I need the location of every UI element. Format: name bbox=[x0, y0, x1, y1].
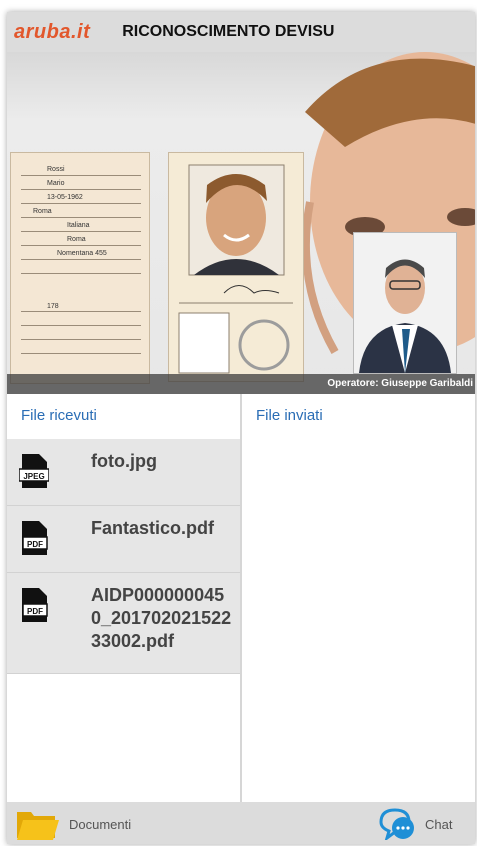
id-citizenship: Italiana bbox=[67, 222, 90, 229]
file-item-aidp[interactable]: PDF AIDP0000000450_20170202152233002.pdf bbox=[7, 573, 240, 674]
operator-video bbox=[353, 232, 457, 374]
received-files-title: File ricevuti bbox=[21, 407, 97, 424]
file-name: Fantastico.pdf bbox=[91, 518, 215, 538]
app-window: aruba.it RICONOSCIMENTO DEVISU Rossi Mar… bbox=[7, 12, 475, 844]
id-card-data-page: Rossi Mario 13-05-1962 Roma Italiana Rom… bbox=[10, 152, 150, 384]
chat-button[interactable]: Chat bbox=[425, 817, 452, 832]
id-birthdate: 13-05-1962 bbox=[47, 194, 83, 201]
file-item-foto[interactable]: JPEG foto.jpg bbox=[7, 439, 240, 506]
bottom-bar: Documenti Chat bbox=[7, 802, 475, 844]
file-name: AIDP0000000450_20170202152233002.pdf bbox=[91, 585, 232, 651]
aruba-logo: aruba.it bbox=[14, 20, 91, 43]
chat-icon[interactable] bbox=[377, 808, 417, 840]
id-surname: Rossi bbox=[47, 166, 65, 173]
id-residence: Roma bbox=[67, 236, 86, 243]
id-height: 178 bbox=[47, 303, 59, 310]
top-bar: aruba.it RICONOSCIMENTO DEVISU bbox=[7, 12, 475, 52]
pdf-file-icon: PDF bbox=[22, 521, 48, 555]
file-item-fantastico[interactable]: PDF Fantastico.pdf bbox=[7, 506, 240, 573]
sent-files-title: File inviati bbox=[256, 407, 323, 424]
files-panel: File ricevuti JPEG foto.jpg PDF Fantasti… bbox=[7, 394, 475, 802]
svg-text:JPEG: JPEG bbox=[23, 472, 44, 481]
sent-files-pane: File inviati bbox=[242, 394, 475, 802]
operator-caption: Operatore: Giuseppe Garibaldi bbox=[327, 378, 473, 389]
jpeg-file-icon: JPEG bbox=[19, 454, 49, 488]
operator-caption-bar: Operatore: Giuseppe Garibaldi bbox=[7, 374, 475, 394]
svg-text:PDF: PDF bbox=[27, 607, 43, 616]
documents-button[interactable]: Documenti bbox=[69, 817, 131, 832]
video-call-view: Rossi Mario 13-05-1962 Roma Italiana Rom… bbox=[7, 52, 475, 394]
svg-text:PDF: PDF bbox=[27, 540, 43, 549]
pdf-file-icon: PDF bbox=[22, 588, 48, 622]
id-card-photo-page bbox=[168, 152, 304, 382]
id-address: Nomentana 455 bbox=[57, 250, 107, 257]
received-file-list: JPEG foto.jpg PDF Fantastico.pdf PDF AID… bbox=[7, 439, 240, 674]
received-files-pane: File ricevuti JPEG foto.jpg PDF Fantasti… bbox=[7, 394, 242, 802]
page-title: RICONOSCIMENTO DEVISU bbox=[122, 23, 335, 40]
file-name: foto.jpg bbox=[91, 451, 157, 471]
folder-icon[interactable] bbox=[15, 808, 59, 842]
id-birthplace: Roma bbox=[33, 208, 52, 215]
id-name: Mario bbox=[47, 180, 65, 187]
